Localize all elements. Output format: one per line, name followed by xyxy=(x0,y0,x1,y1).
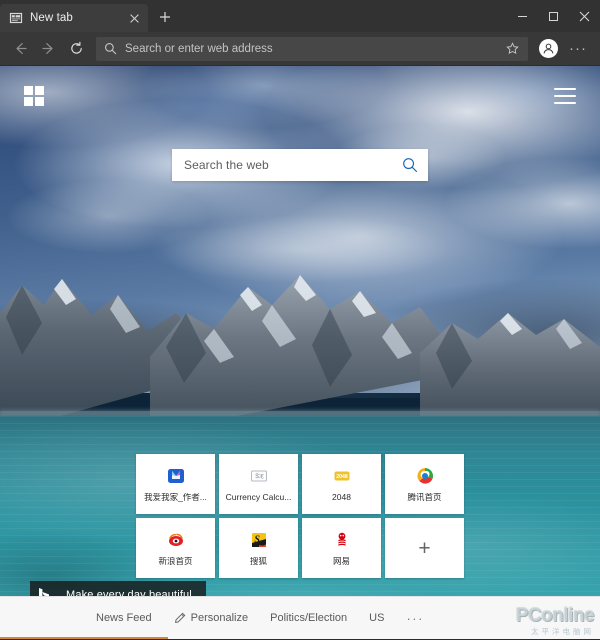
browser-toolbar: Search or enter web address ··· xyxy=(0,32,600,66)
news-nav-news-feed[interactable]: News Feed xyxy=(96,612,152,624)
tab-title: New tab xyxy=(30,12,73,24)
tile-sohu[interactable]: S 搜狐 xyxy=(219,518,298,578)
bottom-accent-strip xyxy=(0,637,168,639)
profile-button[interactable] xyxy=(534,35,562,63)
tile-label: 我爱我家_作者... xyxy=(144,493,207,502)
web-search-container: Search the web xyxy=(0,149,600,181)
tile-currency-calculator[interactable]: $ € Currency Calcu... xyxy=(219,454,298,514)
netease-icon xyxy=(332,530,352,550)
search-icon[interactable] xyxy=(401,156,419,174)
search-input[interactable]: Search the web xyxy=(172,149,428,181)
tile-label: 腾讯首页 xyxy=(407,493,442,502)
news-nav-label: Politics/Election xyxy=(270,612,348,624)
windows-logo-square xyxy=(35,86,44,95)
close-icon[interactable] xyxy=(569,0,600,32)
back-button[interactable] xyxy=(6,35,34,63)
currency-calculator-icon: $ € xyxy=(249,466,269,486)
game-2048-icon: 2048 xyxy=(332,466,352,486)
close-icon[interactable] xyxy=(126,10,142,26)
edge-browser-window: New tab Search or enter web address ··· … xyxy=(0,0,600,640)
tab-strip: New tab xyxy=(0,0,178,32)
tile-woaiwojia[interactable]: 我爱我家_作者... xyxy=(136,454,215,514)
person-icon xyxy=(538,39,558,58)
top-sites-grid: 我爱我家_作者... $ € Currency Calcu... 2048 20… xyxy=(136,454,464,578)
news-nav-us[interactable]: US xyxy=(369,612,384,624)
tencent-icon xyxy=(415,466,435,486)
news-nav-label: US xyxy=(369,612,385,624)
tile-label: 新浪首页 xyxy=(158,557,193,566)
forward-button[interactable] xyxy=(34,35,62,63)
news-nav-items: News Feed Personalize Politics/Election xyxy=(96,612,424,625)
tab-new-tab[interactable]: New tab xyxy=(0,4,148,32)
add-site-tile[interactable]: + xyxy=(385,518,464,578)
news-nav-more-button[interactable]: ··· xyxy=(406,612,424,625)
svg-text:2048: 2048 xyxy=(336,474,348,480)
title-bar: New tab xyxy=(0,0,600,32)
hamburger-line xyxy=(554,88,576,90)
tile-netease[interactable]: 网易 xyxy=(302,518,381,578)
news-nav-politics-election[interactable]: Politics/Election xyxy=(270,612,347,624)
search-icon xyxy=(102,41,118,57)
mountain-range xyxy=(0,261,600,433)
svg-text:S: S xyxy=(254,535,260,546)
new-tab-top-bar xyxy=(0,66,600,126)
windows-logo-square xyxy=(24,97,33,106)
hamburger-menu-icon[interactable] xyxy=(554,88,576,104)
new-tab-page: Search the web 我爱我家_作者... $ € Currency C… xyxy=(0,66,600,639)
tile-label: 搜狐 xyxy=(249,557,267,566)
news-nav-label: News Feed xyxy=(96,612,152,624)
address-input[interactable]: Search or enter web address xyxy=(125,43,502,55)
news-nav-bar: News Feed Personalize Politics/Election xyxy=(0,596,600,639)
star-icon[interactable] xyxy=(502,39,522,59)
plus-icon: + xyxy=(418,536,431,560)
windows-logo-square xyxy=(35,97,44,106)
refresh-button[interactable] xyxy=(62,35,90,63)
search-placeholder: Search the web xyxy=(184,158,269,172)
minimize-icon[interactable] xyxy=(507,0,538,32)
address-bar[interactable]: Search or enter web address xyxy=(96,36,528,61)
sohu-icon: S xyxy=(249,530,269,550)
news-nav-label: Personalize xyxy=(190,612,249,624)
hamburger-line xyxy=(554,102,576,104)
new-tab-button[interactable] xyxy=(152,4,178,30)
window-controls xyxy=(507,0,600,32)
tile-label: Currency Calcu... xyxy=(225,493,292,502)
news-nav-personalize[interactable]: Personalize xyxy=(174,612,248,624)
tile-sina[interactable]: 新浪首页 xyxy=(136,518,215,578)
newtab-page-icon xyxy=(9,11,23,25)
woaiwojia-book-icon xyxy=(166,466,186,486)
tile-label: 2048 xyxy=(332,493,351,502)
settings-and-more-button[interactable]: ··· xyxy=(564,35,592,63)
tile-label: 网易 xyxy=(332,557,350,566)
tile-tencent[interactable]: 腾讯首页 xyxy=(385,454,464,514)
pencil-icon xyxy=(174,612,186,624)
tile-2048[interactable]: 2048 2048 xyxy=(302,454,381,514)
hamburger-line xyxy=(554,95,576,97)
sina-weibo-icon xyxy=(166,530,186,550)
windows-logo-icon[interactable] xyxy=(24,86,44,106)
toolbar-right-actions: ··· xyxy=(532,35,594,63)
windows-logo-square xyxy=(24,86,33,95)
maximize-icon[interactable] xyxy=(538,0,569,32)
